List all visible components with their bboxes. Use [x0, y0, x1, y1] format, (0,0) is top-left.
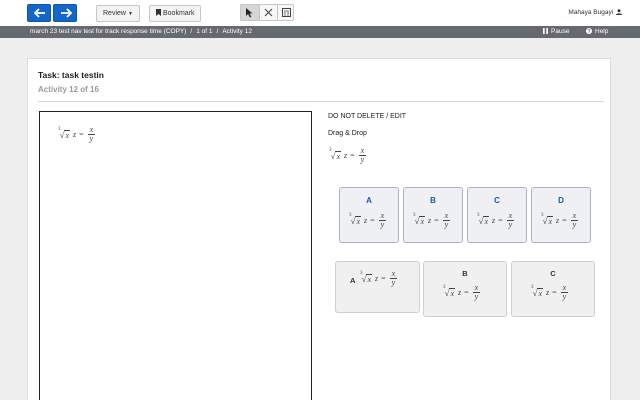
help-icon: ? [586, 28, 592, 35]
pause-label: Pause [551, 28, 570, 35]
help-label: Help [595, 28, 609, 35]
denominator: y [89, 134, 94, 143]
radicand: x [64, 129, 71, 140]
question-math: 3 √ x z = x y [329, 147, 367, 164]
user-name: Mahaya Bugayi [568, 9, 614, 16]
drag-item-b[interactable]: B 3 √ x z = x y [403, 187, 463, 243]
drop-zone-b[interactable]: B 3 √ x z = x y [423, 261, 507, 317]
arrow-left-icon [34, 8, 45, 18]
drag-item-label: C [494, 196, 500, 205]
cross-out-icon [264, 8, 273, 17]
user-menu[interactable]: Mahaya Bugayi [568, 9, 622, 16]
drag-item-label: B [430, 196, 436, 205]
caret-down-icon: ▼ [127, 11, 133, 17]
page-indicator: 1 of 1 [196, 28, 213, 35]
zone-math: 3 √ x z = x y [443, 283, 481, 301]
fraction: xy [87, 126, 96, 143]
drag-item-c[interactable]: C 3 √ x z = x y [467, 187, 527, 243]
review-label: Review [103, 10, 126, 17]
bookmark-icon [156, 9, 161, 16]
top-toolbar: Review ▼ Bookmark Mahaya Bugayi [0, 0, 640, 26]
drag-item-label: A [366, 196, 372, 205]
drag-item-label: D [558, 196, 564, 205]
divider [38, 101, 604, 102]
calculator-icon [282, 8, 291, 17]
tool-group [240, 4, 294, 21]
equals-sign: = [79, 130, 84, 139]
arrow-right-icon [61, 8, 72, 18]
task-title: Task: task testin [38, 70, 104, 80]
tile-math: 3 √ x z = x y [477, 211, 515, 229]
drop-zone-a[interactable]: A 3 √ x z = x y [335, 261, 420, 313]
equals-sign: = [350, 151, 355, 160]
denominator: y [360, 155, 365, 164]
activity-indicator: Activity 12 [222, 28, 252, 35]
eliminator-tool[interactable] [259, 5, 277, 20]
pointer-tool[interactable] [241, 5, 259, 20]
root-index: 3 [329, 148, 332, 153]
drop-zone-label: B [462, 269, 468, 278]
stimulus-panel: 3 √ x z = x y [39, 111, 312, 400]
next-button[interactable] [53, 4, 77, 22]
drag-item-d[interactable]: D 3 √ x z = x y [531, 187, 591, 243]
cursor-icon [246, 8, 253, 18]
variable: z [344, 151, 348, 160]
info-bar: march 23 test nav test for track respons… [0, 26, 640, 38]
svg-text:?: ? [587, 29, 590, 34]
user-icon [616, 9, 622, 15]
drag-item-a[interactable]: A 3 √ x z = x y [339, 187, 399, 243]
help-button[interactable]: ? Help [586, 28, 608, 35]
drop-zone-label: C [550, 269, 556, 278]
bookmark-label: Bookmark [163, 10, 195, 17]
question-heading: DO NOT DELETE / EDIT [328, 113, 407, 120]
radicand: x [335, 150, 342, 161]
question-subheading: Drag & Drop [328, 130, 367, 137]
root-index: 3 [58, 127, 61, 132]
variable: z [73, 130, 77, 139]
review-dropdown[interactable]: Review ▼ [96, 5, 140, 22]
calculator-tool[interactable] [277, 5, 295, 20]
pause-icon [543, 28, 548, 34]
drop-zone-c[interactable]: C 3 √ x z = x y [511, 261, 595, 317]
test-name: march 23 test nav test for track respons… [30, 28, 187, 35]
zone-math: 3 √ x z = x y [360, 269, 398, 287]
tile-math: 3 √ x z = x y [541, 211, 579, 229]
pause-button[interactable]: Pause [543, 28, 569, 35]
breadcrumb: march 23 test nav test for track respons… [30, 28, 252, 35]
previous-button[interactable] [27, 4, 51, 22]
zone-math: 3 √ x z = x y [531, 283, 569, 301]
drop-zone-label: A [350, 276, 356, 285]
tile-math: 3 √ x z = x y [349, 211, 387, 229]
activity-count: Activity 12 of 16 [38, 85, 99, 94]
math-expression: 3 √ x z = x y [58, 126, 96, 143]
bookmark-button[interactable]: Bookmark [149, 5, 201, 22]
fraction: xy [358, 147, 367, 164]
task-card: Task: task testin Activity 12 of 16 3 √ x z… [27, 58, 611, 400]
tile-math: 3 √ x z = x y [413, 211, 451, 229]
